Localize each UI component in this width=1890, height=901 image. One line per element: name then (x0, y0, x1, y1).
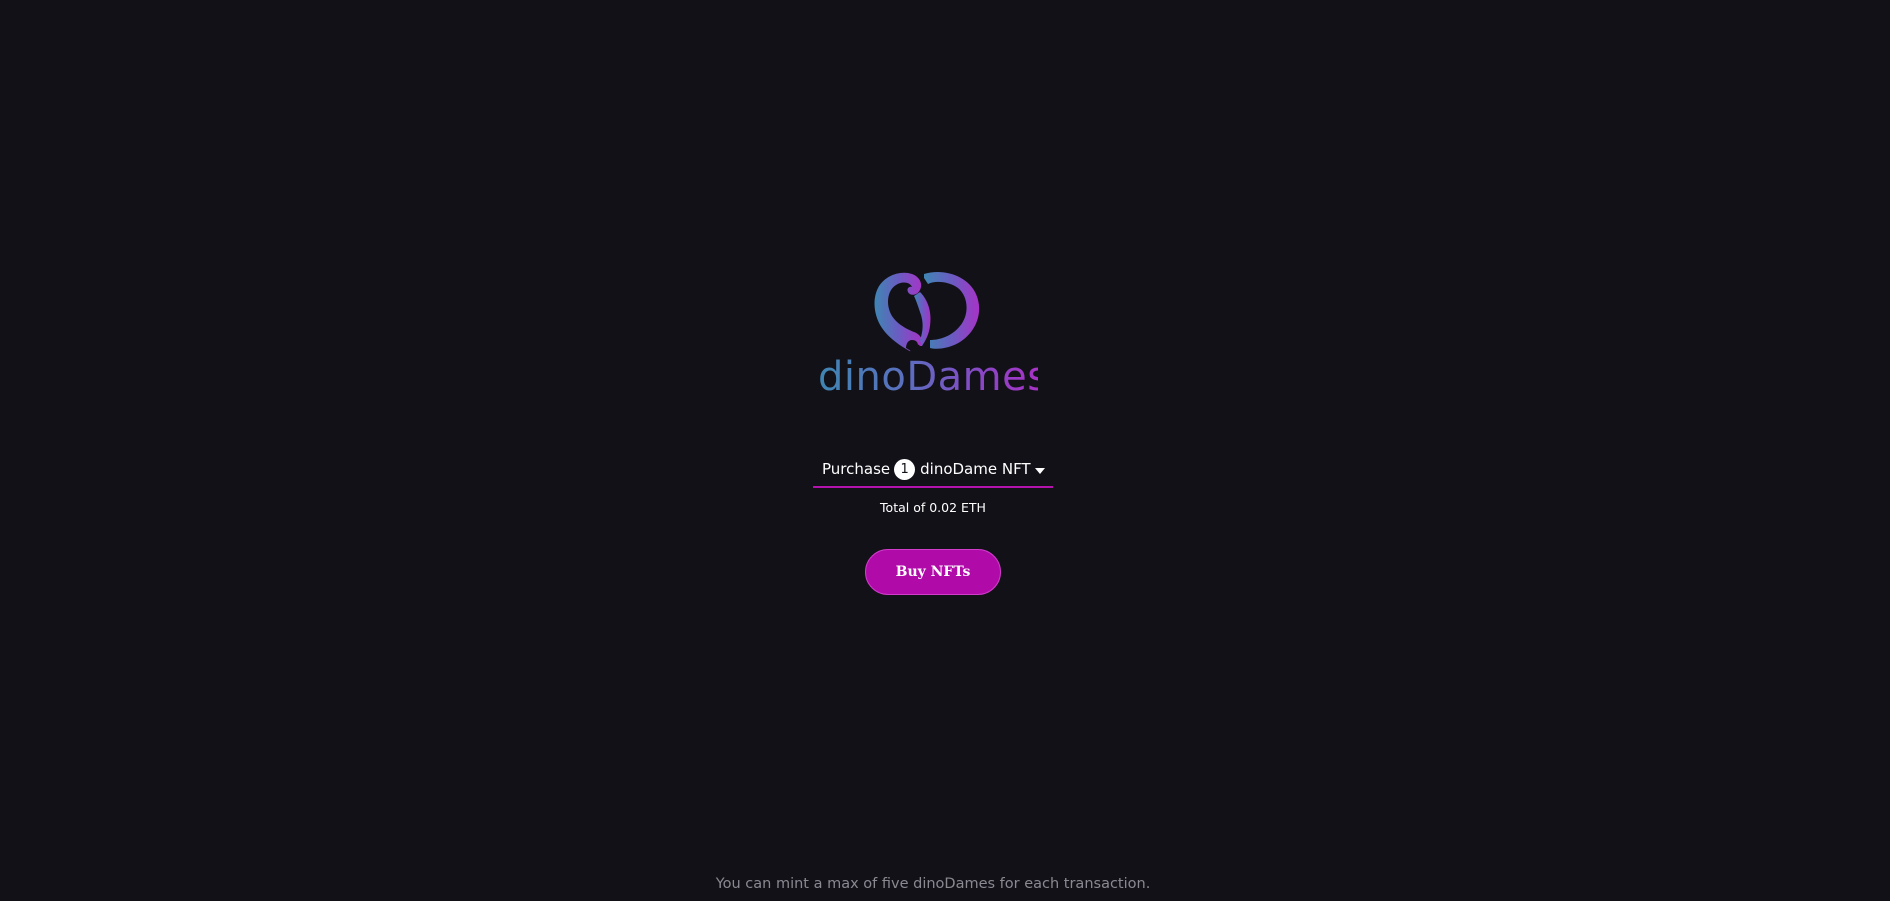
dino-heart-logo-icon (874, 272, 980, 354)
purchase-suffix: dinoDame NFT (920, 460, 1031, 478)
quantity-dropdown-label: Purchase 1 dinoDame NFT (822, 458, 1031, 480)
buy-nfts-button[interactable]: Buy NFTs (865, 549, 1001, 595)
caret-down-icon[interactable] (1035, 468, 1045, 474)
dinodames-logo: dinoDames (818, 270, 1049, 400)
quantity-dropdown[interactable]: Purchase 1 dinoDame NFT (813, 452, 1053, 488)
purchase-prefix: Purchase (822, 460, 891, 478)
total-price: Total of 0.02 ETH (880, 500, 986, 515)
mint-page: dinoDames Purchase 1 dinoDame NFT Total … (0, 0, 1890, 901)
quantity-badge: 1 (894, 458, 916, 480)
mint-limit-note: You can mint a max of five dinoDames for… (715, 876, 1151, 892)
brand-wordmark: dinoDames (818, 354, 1049, 400)
